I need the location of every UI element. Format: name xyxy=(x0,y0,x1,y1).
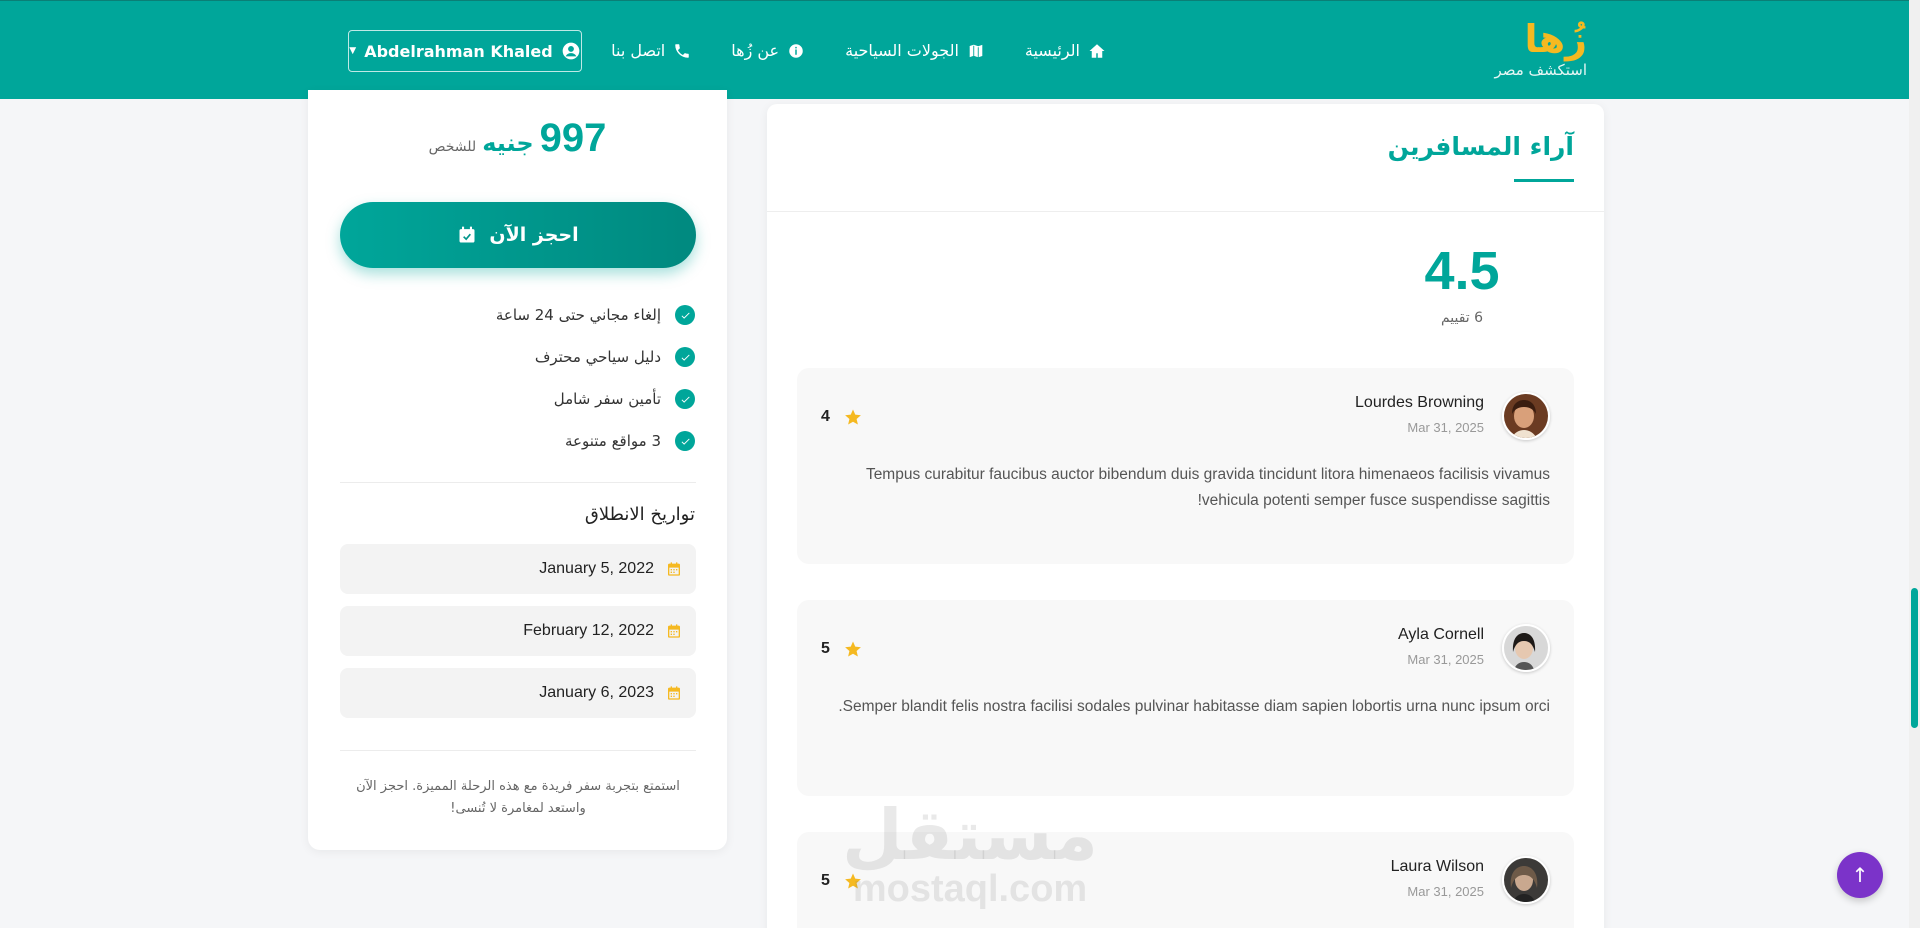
scrollbar-thumb[interactable] xyxy=(1911,588,1918,728)
user-name: Abdelrahman Khaled xyxy=(364,41,553,61)
nav-item-label: الجولات السياحية xyxy=(845,41,959,60)
page-scrollbar[interactable] xyxy=(1909,0,1920,928)
book-now-label: احجز الآن xyxy=(489,224,579,246)
brand-tagline: استكشف مصر xyxy=(1494,61,1587,79)
average-rating: 4.5 xyxy=(1424,241,1500,301)
review-card: Laura Wilson Mar 31, 2025 5 xyxy=(797,832,1574,928)
date-option[interactable]: January 6, 2023 xyxy=(340,668,696,718)
review-rating: 5 xyxy=(821,640,862,658)
feature-item: 3 مواقع متنوعة xyxy=(496,420,695,462)
booking-card: 997 جنيه للشخص احجز الآن إلغاء مجاني حتى… xyxy=(308,90,727,850)
review-card: Ayla Cornell Mar 31, 2025 5 Semper bland… xyxy=(797,600,1574,796)
price-value: 997 xyxy=(539,116,607,160)
review-date: Mar 31, 2025 xyxy=(1407,884,1484,899)
home-icon xyxy=(1089,43,1105,58)
review-text: Tempus curabitur faucibus auctor bibendu… xyxy=(865,466,1550,509)
nav-item-label: الرئيسية xyxy=(1024,41,1080,60)
divider xyxy=(340,482,696,483)
reviews-title: آراء المسافرين xyxy=(1387,132,1574,161)
nav-item-tours[interactable]: الجولات السياحية xyxy=(845,41,985,60)
check-circle-icon xyxy=(675,389,695,409)
price-per: للشخص xyxy=(428,139,477,155)
date-option[interactable]: January 5, 2022 xyxy=(340,544,696,594)
calendar-check-icon xyxy=(459,226,475,243)
price-currency: جنيه xyxy=(482,129,534,157)
reviewer-name: Ayla Cornell xyxy=(1398,626,1484,643)
calendar-icon xyxy=(668,686,680,700)
avatar xyxy=(1502,856,1550,904)
brand-name: زُها xyxy=(1524,17,1588,61)
date-label: February 12, 2022 xyxy=(523,622,654,639)
caret-down-icon: ▼ xyxy=(349,46,357,56)
review-date: Mar 31, 2025 xyxy=(1407,652,1484,667)
feature-item: دليل سياحي محترف xyxy=(496,336,695,378)
rating-value: 4 xyxy=(821,408,830,425)
feature-label: 3 مواقع متنوعة xyxy=(564,432,661,450)
nav-item-home[interactable]: الرئيسية xyxy=(1025,41,1106,60)
title-underline xyxy=(1514,179,1574,182)
check-circle-icon xyxy=(675,431,695,451)
feature-label: تأمين سفر شامل xyxy=(553,390,661,408)
rating-value: 5 xyxy=(821,640,830,657)
check-circle-icon xyxy=(675,347,695,367)
review-text: Semper blandit felis nostra facilisi sod… xyxy=(838,698,1550,715)
check-circle-icon xyxy=(675,305,695,325)
reviewer-name: Laura Wilson xyxy=(1390,858,1484,875)
reviews-section: آراء المسافرين 4.5 6 تقييم Lourdes Brown… xyxy=(767,104,1604,928)
info-icon xyxy=(789,43,803,58)
booking-note: استمتع بتجربة سفر فريدة مع هذه الرحلة ال… xyxy=(356,779,680,816)
date-label: January 6, 2023 xyxy=(539,684,654,701)
rating-count: 6 تقييم xyxy=(1440,310,1484,326)
user-menu-button[interactable]: ▼ Abdelrahman Khaled xyxy=(348,30,582,72)
top-navbar: زُها استكشف مصر الرئيسية الجولات السياحي… xyxy=(0,0,1909,99)
book-now-button[interactable]: احجز الآن xyxy=(340,202,696,268)
main-nav: الرئيسية الجولات السياحية عن زُها اتصل ب… xyxy=(611,1,1106,100)
feature-list: إلغاء مجاني حتى 24 ساعة دليل سياحي محترف… xyxy=(496,294,695,462)
divider xyxy=(340,750,696,751)
review-rating: 4 xyxy=(821,408,862,426)
date-label: January 5, 2022 xyxy=(539,560,654,577)
reviews-header: آراء المسافرين xyxy=(767,104,1604,212)
avatar xyxy=(1502,392,1550,440)
date-option[interactable]: February 12, 2022 xyxy=(340,606,696,656)
review-card: Lourdes Browning Mar 31, 2025 4 Tempus c… xyxy=(797,368,1574,564)
dates-title: تواريخ الانطلاق xyxy=(584,504,695,525)
star-icon xyxy=(845,409,861,425)
price: 997 جنيه للشخص xyxy=(308,116,727,161)
map-icon xyxy=(968,43,984,58)
feature-label: إلغاء مجاني حتى 24 ساعة xyxy=(495,306,661,324)
phone-icon xyxy=(675,43,689,58)
scroll-to-top-button[interactable]: ↑ xyxy=(1837,852,1883,898)
feature-item: إلغاء مجاني حتى 24 ساعة xyxy=(496,294,695,336)
nav-item-about[interactable]: عن زُها xyxy=(731,41,805,60)
avatar xyxy=(1502,624,1550,672)
star-icon xyxy=(845,873,861,889)
calendar-icon xyxy=(668,562,680,576)
nav-item-label: عن زُها xyxy=(731,41,780,60)
feature-label: دليل سياحي محترف xyxy=(534,348,661,366)
rating-value: 5 xyxy=(821,872,830,889)
brand-logo[interactable]: زُها استكشف مصر xyxy=(1494,19,1587,79)
feature-item: تأمين سفر شامل xyxy=(496,378,695,420)
calendar-icon xyxy=(668,624,680,638)
star-icon xyxy=(845,641,861,657)
nav-item-contact[interactable]: اتصل بنا xyxy=(611,41,691,60)
reviewer-name: Lourdes Browning xyxy=(1355,394,1484,411)
review-rating: 5 xyxy=(821,872,862,890)
review-date: Mar 31, 2025 xyxy=(1407,420,1484,435)
user-circle-icon xyxy=(562,42,580,60)
nav-item-label: اتصل بنا xyxy=(611,41,666,60)
